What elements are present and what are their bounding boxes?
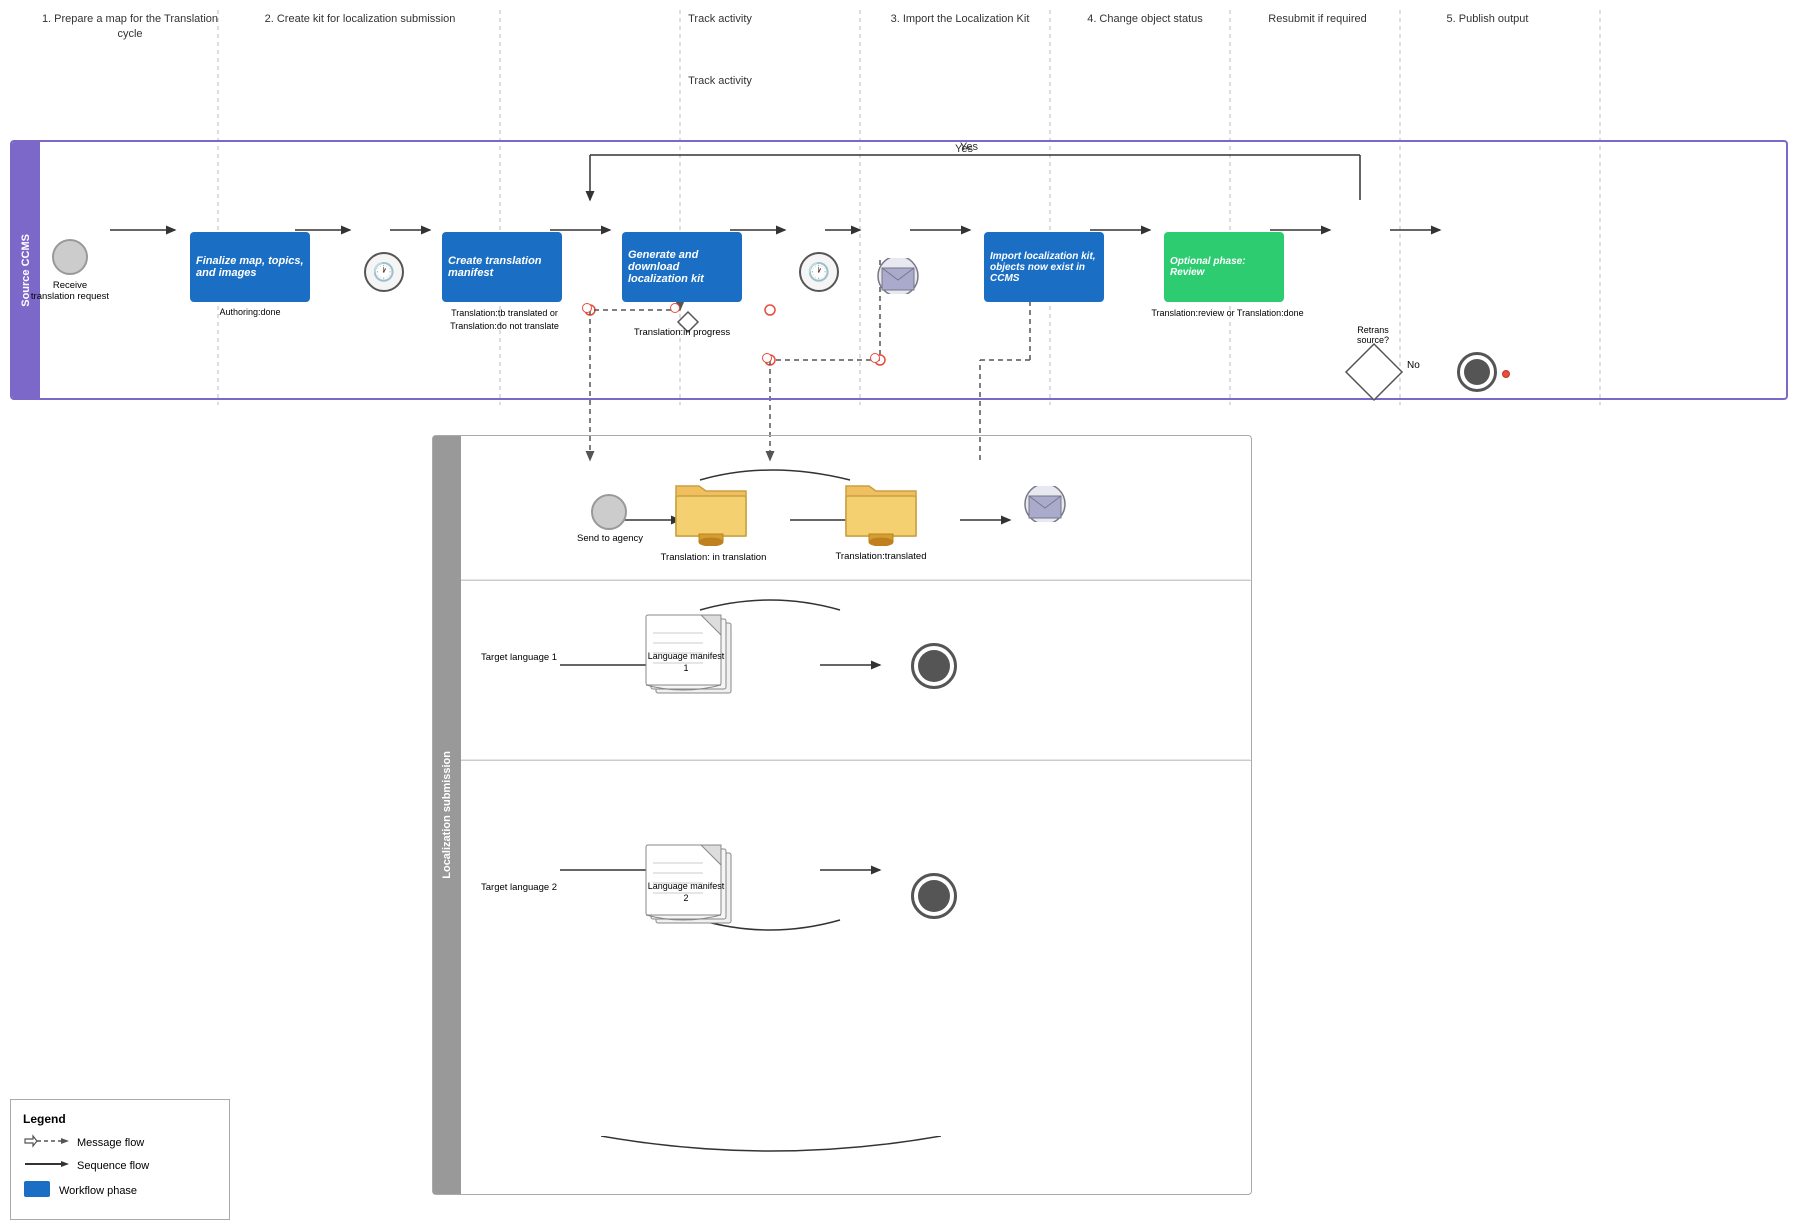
lang1-end-circle [911, 643, 957, 689]
source-ccms-swimlane: Source CCMS Receive translation request … [10, 140, 1788, 400]
sequence-flow-icon [23, 1157, 69, 1174]
create-manifest-node: Create translation manifest [442, 232, 562, 302]
translation-in-translation-label: Translation: in translation [656, 551, 771, 564]
sequence-flow-label: Sequence flow [77, 1160, 149, 1172]
flow-dot-1 [670, 303, 680, 313]
folder-1 [671, 466, 751, 551]
target-lang-1-label: Target language 1 [481, 651, 557, 664]
envelope-icon-1 [874, 258, 922, 299]
start-event [52, 239, 88, 275]
legend-title: Legend [23, 1112, 217, 1126]
loc-label-bar: Localization submission [433, 436, 461, 1194]
phase-label-resubmit: Resubmit if required [1235, 12, 1400, 27]
target-lang-2-label: Target language 2 [481, 881, 557, 894]
message-flow-icon [23, 1134, 69, 1151]
legend-message-flow: Message flow [23, 1134, 217, 1151]
clock-icon-1: 🕐 [364, 252, 404, 292]
folder-2 [841, 466, 921, 551]
translation-tb-label: Translation:tb translated or Translation… [427, 307, 582, 332]
translation-translated-label: Translation:translated [821, 551, 941, 562]
flow-dot-4 [762, 353, 772, 363]
lang-manifest-1: Language manifest 1 [641, 611, 751, 716]
legend-sequence-flow: Sequence flow [23, 1157, 217, 1174]
retrans-label: Retrans source? [1342, 325, 1404, 345]
lang2-sublane: Target language 2 Language manifest 2 [461, 761, 1251, 1191]
send-to-agency [591, 494, 627, 530]
translation-review-label: Translation:review or Translation:done [1150, 307, 1305, 320]
bottom-brace [601, 1136, 941, 1171]
diagram-container: Yes [0, 0, 1798, 1230]
workflow-phase-label: Workflow phase [59, 1185, 137, 1197]
optional-review-node: Optional phase: Review [1164, 232, 1284, 302]
authoring-done-label: Authoring:done [190, 307, 310, 317]
retrans-diamond [1344, 342, 1404, 407]
finalize-node: Finalize map, topics, and images [190, 232, 310, 302]
clock-icon-2: 🕐 [799, 252, 839, 292]
receive-label: Receive translation request [30, 280, 110, 302]
generate-kit-node: Generate and download localization kit [622, 232, 742, 302]
message-flow-label: Message flow [77, 1137, 144, 1149]
end-red-dot [1502, 370, 1510, 378]
legend-box: Legend Message flow Sequence flow [10, 1099, 230, 1220]
phase-label-4: 4. Change object status [1060, 12, 1230, 27]
lang-manifest-2: Language manifest 2 [641, 841, 751, 946]
no-label: No [1407, 360, 1420, 371]
end-event [1457, 352, 1497, 392]
track-activity-label: Track activity [650, 75, 790, 87]
workflow-phase-icon [23, 1180, 51, 1201]
phase-label-3: 3. Import the Localization Kit [865, 12, 1055, 27]
import-kit-node: Import localization kit, objects now exi… [984, 232, 1104, 302]
flow-dot-2 [582, 303, 592, 313]
translation-in-progress-label: Translation:in progress [612, 327, 752, 338]
phase-label-track: Track activity [650, 12, 790, 27]
legend-workflow-phase: Workflow phase [23, 1180, 217, 1201]
send-to-agency-label: Send to agency [565, 532, 655, 545]
phase-label-2: 2. Create kit for localization submissio… [220, 12, 500, 27]
phase-label-5: 5. Publish output [1405, 12, 1570, 27]
envelope-icon-2 [1021, 486, 1069, 527]
swimlane-label: Source CCMS [12, 142, 40, 398]
loc-submission-swimlane: Localization submission Send to agency [432, 435, 1252, 1195]
lang2-end-circle [911, 873, 957, 919]
flow-dot-3 [870, 353, 880, 363]
top-sublane: Send to agency [461, 436, 1251, 581]
phase-label-1: 1. Prepare a map for the Translation cyc… [40, 12, 220, 43]
lang1-sublane: Target language 1 [461, 581, 1251, 761]
